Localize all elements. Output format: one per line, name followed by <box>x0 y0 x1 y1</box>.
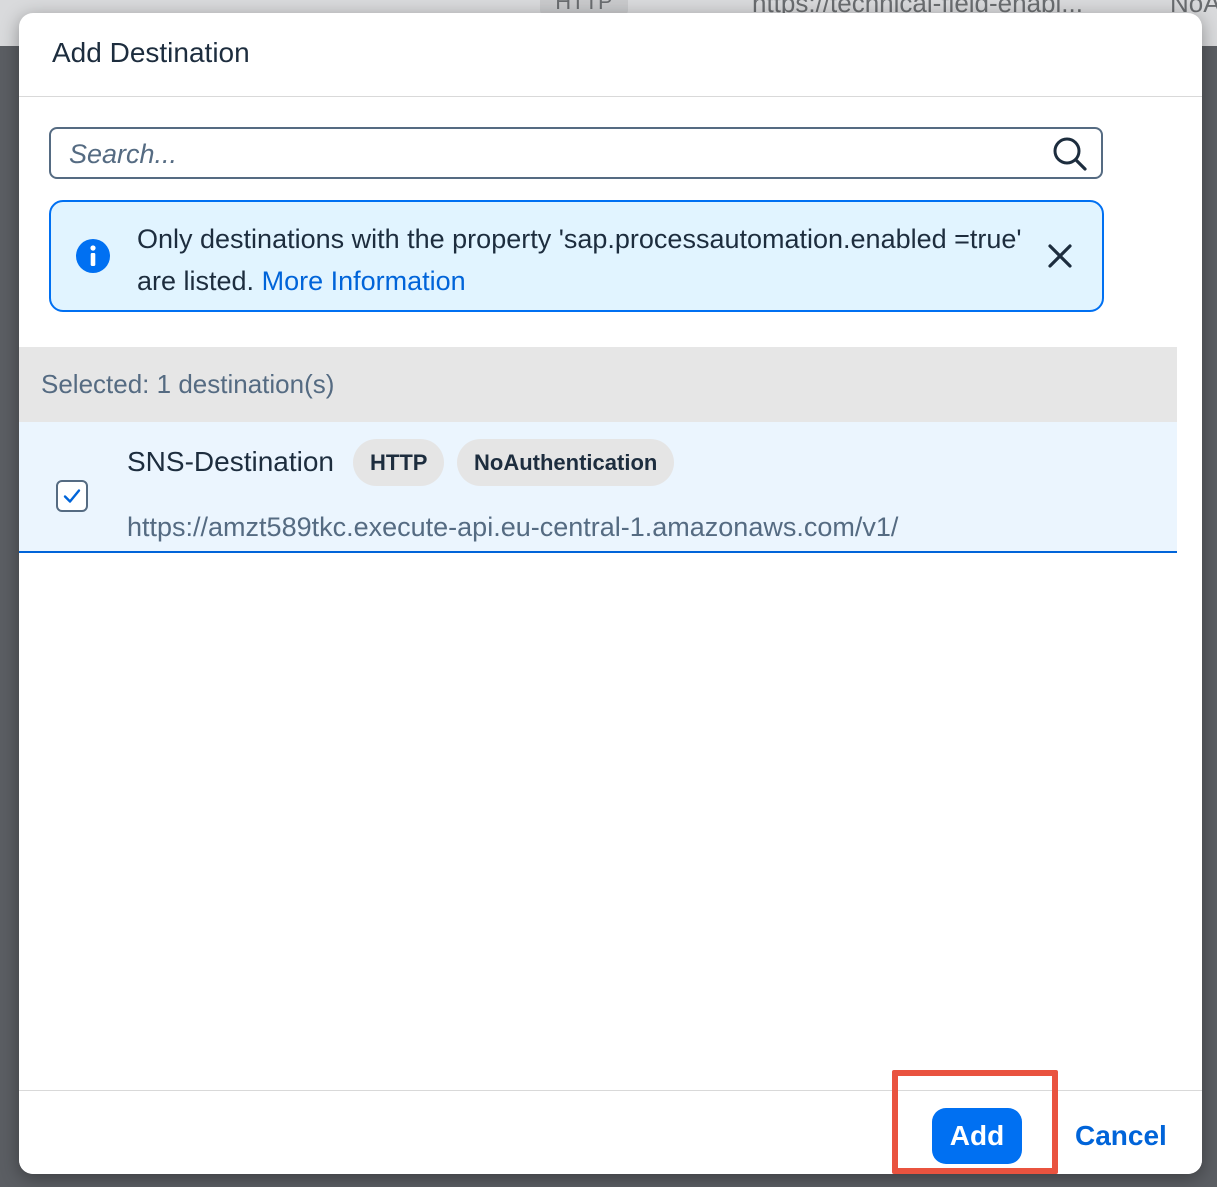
destination-type-tag: HTTP <box>353 439 445 486</box>
search-icon[interactable] <box>1051 135 1089 173</box>
selection-summary: Selected: 1 destination(s) <box>19 347 1177 422</box>
checkmark-icon <box>63 489 81 503</box>
search-field[interactable] <box>49 127 1103 179</box>
destination-url: https://amzt589tkc.execute-api.eu-centra… <box>127 512 899 542</box>
destination-name: SNS-Destination <box>127 446 334 477</box>
destination-checkbox[interactable] <box>56 480 88 512</box>
search-input[interactable] <box>67 135 1031 173</box>
dialog-footer: Add Cancel <box>19 1090 1202 1174</box>
close-icon[interactable] <box>1046 242 1074 270</box>
info-message: Only destinations with the property 'sap… <box>137 218 1037 302</box>
destination-auth-tag: NoAuthentication <box>457 439 675 486</box>
destination-list-item[interactable]: SNS-Destination HTTP NoAuthentication ht… <box>19 422 1177 553</box>
dialog-title: Add Destination <box>52 37 250 68</box>
info-icon <box>75 238 111 274</box>
info-message-strip: Only destinations with the property 'sap… <box>49 200 1104 312</box>
background-url: https://technical-field-enabl... <box>752 0 1083 18</box>
selected-count-label: Selected: 1 destination(s) <box>41 369 335 399</box>
dialog-header: Add Destination <box>19 13 1202 97</box>
add-button[interactable]: Add <box>932 1108 1022 1164</box>
background-auth: NoA <box>1170 0 1217 18</box>
add-destination-dialog: Add Destination Only destinations with t… <box>19 13 1202 1174</box>
more-information-link[interactable]: More Information <box>262 266 466 296</box>
cancel-button[interactable]: Cancel <box>1059 1108 1183 1164</box>
